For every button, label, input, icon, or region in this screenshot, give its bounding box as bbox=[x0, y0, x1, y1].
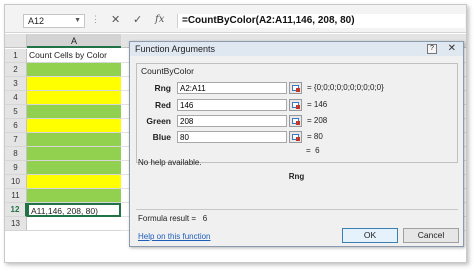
cell-a2[interactable] bbox=[27, 63, 121, 77]
chevron-down-icon[interactable]: ▼ bbox=[74, 15, 81, 27]
name-box[interactable]: A12 ▼ bbox=[23, 14, 85, 28]
row-header[interactable]: 1 bbox=[5, 49, 27, 63]
cell-a6[interactable] bbox=[27, 119, 121, 133]
cell-a13[interactable] bbox=[27, 217, 121, 231]
cell-a11[interactable] bbox=[27, 189, 121, 203]
select-all-corner[interactable] bbox=[5, 34, 27, 48]
help-on-function-link[interactable]: Help on this function bbox=[138, 232, 211, 241]
cell-a12[interactable]: A11,146, 208, 80) bbox=[27, 203, 121, 217]
row-header[interactable]: 7 bbox=[5, 133, 27, 147]
divider bbox=[136, 209, 458, 210]
cell-a7[interactable] bbox=[27, 133, 121, 147]
name-box-value: A12 bbox=[28, 16, 45, 26]
formula-bar-grip-icon: ⋮ bbox=[91, 14, 100, 24]
blue-input[interactable] bbox=[177, 131, 287, 143]
arg-label-green: Green bbox=[146, 116, 171, 126]
ok-button[interactable]: OK bbox=[342, 228, 398, 243]
argument-name: Rng bbox=[288, 172, 305, 181]
cell-a10[interactable] bbox=[27, 175, 121, 189]
cancel-entry-icon[interactable]: ✕ bbox=[111, 14, 120, 26]
collapse-dialog-icon[interactable] bbox=[289, 82, 302, 94]
function-name: CountByColor bbox=[141, 66, 194, 76]
excel-window: A12 ▼ ⋮ ✕ ✓ fx =CountByColor(A2:A11,146,… bbox=[4, 4, 467, 263]
function-arguments-dialog: Function Arguments ? ✕ CountByColor Rng … bbox=[129, 41, 464, 247]
cell-a3[interactable] bbox=[27, 77, 121, 91]
row-header[interactable]: 2 bbox=[5, 63, 27, 77]
arg-result-blue: = 80 bbox=[307, 132, 323, 141]
arg-result-red: = 146 bbox=[307, 100, 328, 109]
result-preview: = 6 bbox=[306, 146, 320, 155]
enter-entry-icon[interactable]: ✓ bbox=[133, 14, 142, 26]
arg-label-blue: Blue bbox=[152, 132, 171, 142]
collapse-dialog-icon[interactable] bbox=[289, 131, 302, 143]
row-header[interactable]: 9 bbox=[5, 161, 27, 175]
dialog-title: Function Arguments bbox=[130, 42, 463, 56]
row-header[interactable]: 11 bbox=[5, 189, 27, 203]
cell-a5[interactable] bbox=[27, 105, 121, 119]
cell-a1[interactable]: Count Cells by Color bbox=[27, 49, 121, 63]
green-input[interactable] bbox=[177, 115, 287, 127]
cell-a4[interactable] bbox=[27, 91, 121, 105]
column-header-a[interactable]: A bbox=[27, 34, 121, 48]
row-header[interactable]: 6 bbox=[5, 119, 27, 133]
row-header[interactable]: 13 bbox=[5, 217, 27, 231]
close-icon[interactable]: ✕ bbox=[448, 43, 456, 54]
arg-result-green: = 208 bbox=[307, 116, 328, 125]
cancel-button[interactable]: Cancel bbox=[403, 228, 459, 243]
row-header[interactable]: 12 bbox=[5, 203, 27, 217]
arg-label-rng: Rng bbox=[154, 83, 171, 93]
collapse-dialog-icon[interactable] bbox=[289, 99, 302, 111]
formula-result: Formula result = 6 bbox=[138, 214, 208, 223]
row-header[interactable]: 8 bbox=[5, 147, 27, 161]
arg-result-rng: = {0;0;0;0;0;0;0;0;0;0} bbox=[307, 83, 384, 92]
help-icon[interactable]: ? bbox=[427, 44, 437, 54]
cell-a8[interactable] bbox=[27, 147, 121, 161]
description-text: No help available. bbox=[138, 158, 202, 167]
row-header[interactable]: 3 bbox=[5, 77, 27, 91]
row-header[interactable]: 4 bbox=[5, 91, 27, 105]
arg-label-red: Red bbox=[154, 100, 171, 110]
row-header[interactable]: 5 bbox=[5, 105, 27, 119]
cell-a9[interactable] bbox=[27, 161, 121, 175]
collapse-dialog-icon[interactable] bbox=[289, 115, 302, 127]
red-input[interactable] bbox=[177, 99, 287, 111]
arguments-group: CountByColor Rng = {0;0;0;0;0;0;0;0;0;0}… bbox=[136, 63, 458, 163]
formula-bar: A12 ▼ ⋮ ✕ ✓ fx =CountByColor(A2:A11,146,… bbox=[5, 5, 466, 33]
insert-function-icon[interactable]: fx bbox=[155, 14, 164, 26]
rng-input[interactable] bbox=[177, 82, 287, 94]
formula-input[interactable]: =CountByColor(A2:A11,146, 208, 80) bbox=[177, 14, 465, 28]
row-header[interactable]: 10 bbox=[5, 175, 27, 189]
